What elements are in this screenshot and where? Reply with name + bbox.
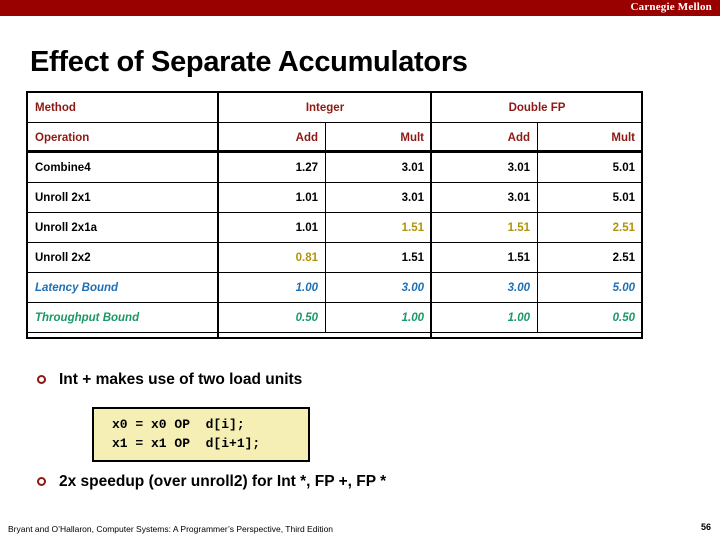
cell-value: 1.00 xyxy=(218,272,326,303)
cell-value-highlighted: 1.51 xyxy=(325,212,432,243)
cell-value: 3.01 xyxy=(431,182,538,213)
bullet-item-1: Int + makes use of two load units xyxy=(37,370,302,389)
bullet-text: 2x speedup (over unroll2) for Int *, FP … xyxy=(59,473,387,490)
performance-table: Method Integer Double FP Operation Add M… xyxy=(27,92,643,333)
table-row: Unroll 2x1a 1.01 1.51 1.51 2.51 xyxy=(27,212,643,243)
table-row: Unroll 2x2 0.81 1.51 1.51 2.51 xyxy=(27,242,643,273)
cell-value: 1.01 xyxy=(218,182,326,213)
table-group-header-double-fp: Double FP xyxy=(431,92,643,123)
table-operation-label: Operation xyxy=(27,122,219,153)
table-header-row: Method Integer Double FP xyxy=(27,92,643,123)
row-label: Throughput Bound xyxy=(27,302,219,333)
cell-value: 3.01 xyxy=(431,152,538,183)
cell-value: 1.00 xyxy=(325,302,432,333)
code-line-2: x1 = x1 OP d[i+1]; xyxy=(112,436,261,451)
cell-value-highlighted: 2.51 xyxy=(537,212,643,243)
page-title: Effect of Separate Accumulators xyxy=(30,46,468,78)
bullet-circle-icon xyxy=(37,477,46,486)
table-header-method: Method xyxy=(27,92,219,123)
cell-value: 3.00 xyxy=(325,272,432,303)
cell-value: 1.00 xyxy=(431,302,538,333)
table-row-throughput-bound: Throughput Bound 0.50 1.00 1.00 0.50 xyxy=(27,302,643,333)
top-banner xyxy=(0,0,720,16)
bullet-text: Int + makes use of two load units xyxy=(59,371,303,388)
cell-value: 1.51 xyxy=(325,242,432,273)
cell-value-highlighted: 0.81 xyxy=(218,242,326,273)
cell-value: 3.01 xyxy=(325,152,432,183)
code-snippet: x0 = x0 OP d[i]; x1 = x1 OP d[i+1]; xyxy=(92,407,310,462)
footer-page-number: 56 xyxy=(700,522,711,532)
row-label: Combine4 xyxy=(27,152,219,183)
cell-value: 0.50 xyxy=(537,302,643,333)
cell-value: 1.27 xyxy=(218,152,326,183)
table-row-latency-bound: Latency Bound 1.00 3.00 3.00 5.00 xyxy=(27,272,643,303)
cell-value: 5.01 xyxy=(537,182,643,213)
table-operation-row: Operation Add Mult Add Mult xyxy=(27,122,643,153)
footer-citation: Bryant and O’Hallaron, Computer Systems:… xyxy=(8,524,334,534)
brand-label: Carnegie Mellon xyxy=(630,1,712,13)
cell-value: 1.01 xyxy=(218,212,326,243)
bullet-circle-icon xyxy=(37,375,46,384)
cell-value: 1.51 xyxy=(431,242,538,273)
cell-value: 5.01 xyxy=(537,152,643,183)
table-op-header-integer-add: Add xyxy=(218,122,326,153)
table-op-header-fp-add: Add xyxy=(431,122,538,153)
cell-value: 5.00 xyxy=(537,272,643,303)
table-row: Combine4 1.27 3.01 3.01 5.01 xyxy=(27,152,643,183)
row-label: Latency Bound xyxy=(27,272,219,303)
bullet-item-2: 2x speedup (over unroll2) for Int *, FP … xyxy=(37,472,386,491)
row-label: Unroll 2x1 xyxy=(27,182,219,213)
row-label: Unroll 2x1a xyxy=(27,212,219,243)
table-op-header-integer-mult: Mult xyxy=(325,122,432,153)
cell-value: 0.50 xyxy=(218,302,326,333)
cell-value: 3.01 xyxy=(325,182,432,213)
code-line-1: x0 = x0 OP d[i]; xyxy=(112,417,245,432)
table-group-header-integer: Integer xyxy=(218,92,432,123)
table-op-header-fp-mult: Mult xyxy=(537,122,643,153)
cell-value: 3.00 xyxy=(431,272,538,303)
cell-value-highlighted: 1.51 xyxy=(431,212,538,243)
table-row: Unroll 2x1 1.01 3.01 3.01 5.01 xyxy=(27,182,643,213)
cell-value: 2.51 xyxy=(537,242,643,273)
row-label: Unroll 2x2 xyxy=(27,242,219,273)
